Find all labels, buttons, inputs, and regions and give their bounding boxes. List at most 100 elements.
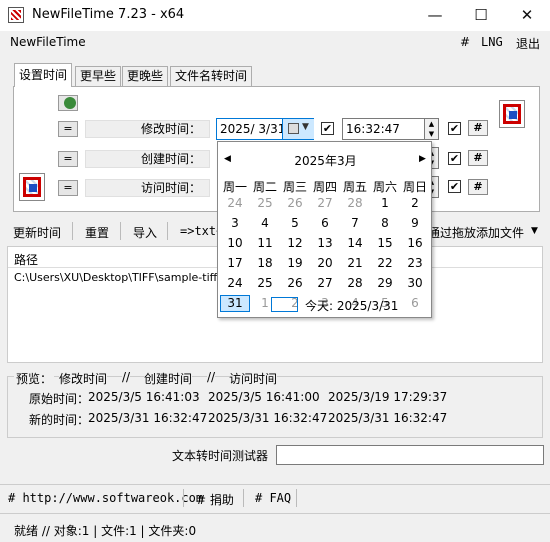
update-time-button[interactable]: 更新时间 <box>13 224 61 241</box>
calendar-day[interactable]: 23 <box>400 255 430 272</box>
date-picker-calendar[interactable]: ◀ 2025年3月 ▶ 周一 周二 周三 周四 周五 周六 周日 24 25 26 27 28 1 2 3… <box>217 141 432 318</box>
status-divider <box>0 513 550 514</box>
original-accessed: 2025/3/19 17:29:37 <box>328 390 448 404</box>
calendar-day[interactable]: 21 <box>340 255 370 272</box>
today-link[interactable]: 今天: 2025/3/31 <box>305 297 398 314</box>
calendar-day[interactable]: 12 <box>280 235 310 252</box>
import-button[interactable]: 导入 <box>133 224 157 241</box>
tab-later[interactable]: 更晚些 <box>122 66 169 86</box>
calendar-day[interactable]: 28 <box>340 275 370 292</box>
refresh-icon[interactable] <box>58 95 78 111</box>
reset-button[interactable]: 重置 <box>85 224 109 241</box>
accessed-label: 访问时间： <box>85 179 210 197</box>
preview-separator: // <box>122 370 131 384</box>
modified-apply-checkbox[interactable]: ✔ <box>448 122 461 135</box>
list-item[interactable]: C:\Users\XU\Desktop\TIFF\sample-tiff-fil… <box>14 271 238 284</box>
tab-earlier[interactable]: 更早些 <box>75 66 122 86</box>
website-link[interactable]: # http://www.softwareok.com <box>8 491 203 505</box>
weekday-header: 周四 <box>312 180 337 194</box>
calendar-day[interactable]: 22 <box>370 255 400 272</box>
donate-link[interactable]: # 捐助 <box>196 491 234 508</box>
modified-time-spinner[interactable]: ▲ ▼ <box>424 118 439 140</box>
close-button[interactable]: ✕ <box>504 0 550 31</box>
calendar-day[interactable]: 7 <box>340 215 370 232</box>
created-hash-button[interactable]: # <box>468 150 488 166</box>
preview-col-accessed: 访问时间 <box>229 370 278 387</box>
menu-app[interactable]: NewFileTime <box>10 35 86 49</box>
calendar-day[interactable]: 28 <box>340 195 370 212</box>
created-equal-button[interactable]: = <box>58 151 78 167</box>
minimize-button[interactable]: — <box>412 0 458 31</box>
next-month-icon[interactable]: ▶ <box>419 154 426 164</box>
calendar-day[interactable]: 4 <box>250 215 280 232</box>
text-to-time-tester-input[interactable] <box>276 445 544 465</box>
created-apply-checkbox[interactable]: ✔ <box>448 152 461 165</box>
calendar-day[interactable]: 27 <box>310 275 340 292</box>
calendar-day[interactable]: 20 <box>310 255 340 272</box>
calendar-day[interactable]: 2 <box>400 195 430 212</box>
weekday-header: 周二 <box>252 180 277 194</box>
accessed-hash-button[interactable]: # <box>468 179 488 195</box>
calendar-day[interactable]: 31 <box>220 295 250 312</box>
calendar-day[interactable]: 24 <box>220 275 250 292</box>
calendar-day[interactable]: 11 <box>250 235 280 252</box>
menu-language[interactable]: LNG <box>481 35 503 49</box>
calendar-day[interactable]: 3 <box>220 215 250 232</box>
list-header-path[interactable]: 路径 <box>14 251 38 268</box>
accessed-apply-checkbox[interactable]: ✔ <box>448 180 461 193</box>
calendar-day[interactable]: 14 <box>340 235 370 252</box>
app-icon <box>8 7 24 23</box>
toolbar-separator <box>72 222 73 240</box>
weekday-header: 周五 <box>342 180 367 194</box>
calendar-day[interactable]: 25 <box>250 195 280 212</box>
menu-bar: NewFileTime # LNG 退出 <box>0 31 550 55</box>
calendar-day[interactable]: 8 <box>370 215 400 232</box>
calendar-day[interactable]: 10 <box>220 235 250 252</box>
accessed-equal-button[interactable]: = <box>58 180 78 196</box>
calendar-day[interactable]: 6 <box>310 215 340 232</box>
calendar-day[interactable]: 30 <box>400 275 430 292</box>
file-picture-icon-left[interactable] <box>19 173 45 201</box>
file-picture-icon[interactable] <box>499 100 525 128</box>
modified-time-field[interactable]: 16:32:47 <box>342 118 427 140</box>
modified-equal-button[interactable]: = <box>58 121 78 137</box>
calendar-day[interactable]: 16 <box>400 235 430 252</box>
calendar-day[interactable]: 18 <box>250 255 280 272</box>
calendar-day[interactable]: 24 <box>220 195 250 212</box>
tab-set-time[interactable]: 设置时间 <box>14 63 73 87</box>
calendar-day[interactable]: 26 <box>280 275 310 292</box>
faq-link[interactable]: # FAQ <box>255 491 291 505</box>
today-marker <box>271 297 298 312</box>
tab-filename-to-time[interactable]: 文件名转时间 <box>170 66 253 86</box>
preview-col-created: 创建时间 <box>144 370 193 387</box>
original-time-label: 原始时间： <box>29 392 90 406</box>
calendar-day[interactable]: 26 <box>280 195 310 212</box>
calendar-day[interactable]: 25 <box>250 275 280 292</box>
modified-enable-checkbox[interactable]: ✔ <box>321 122 334 135</box>
menu-hash[interactable]: # <box>460 35 470 49</box>
calendar-day[interactable]: 29 <box>370 275 400 292</box>
drag-drop-add-files-button[interactable]: 通过拖放添加文件 <box>428 224 524 241</box>
calendar-month-title[interactable]: 2025年3月 <box>218 152 433 169</box>
calendar-day[interactable]: 6 <box>400 295 430 312</box>
calendar-day[interactable]: 27 <box>310 195 340 212</box>
menu-exit[interactable]: 退出 <box>516 35 540 52</box>
calendar-day[interactable]: 5 <box>280 215 310 232</box>
weekday-header: 周一 <box>222 180 247 194</box>
preview-separator: // <box>207 370 216 384</box>
calendar-day[interactable]: 9 <box>400 215 430 232</box>
maximize-button[interactable]: ☐ <box>458 0 504 31</box>
calendar-day[interactable]: 15 <box>370 235 400 252</box>
calendar-day[interactable]: 13 <box>310 235 340 252</box>
preview-header: 预览： <box>14 370 55 387</box>
chevron-down-icon[interactable]: ▼ <box>531 226 538 236</box>
new-created: 2025/3/31 16:32:47 <box>208 411 328 425</box>
weekday-header: 周三 <box>282 180 307 194</box>
calendar-day[interactable]: 1 <box>370 195 400 212</box>
calendar-dropdown-button[interactable]: ▼ <box>282 119 314 139</box>
calendar-day[interactable]: 19 <box>280 255 310 272</box>
calendar-day[interactable]: 17 <box>220 255 250 272</box>
weekday-header: 周六 <box>372 180 397 194</box>
footer-separator <box>243 489 244 507</box>
modified-hash-button[interactable]: # <box>468 120 488 136</box>
